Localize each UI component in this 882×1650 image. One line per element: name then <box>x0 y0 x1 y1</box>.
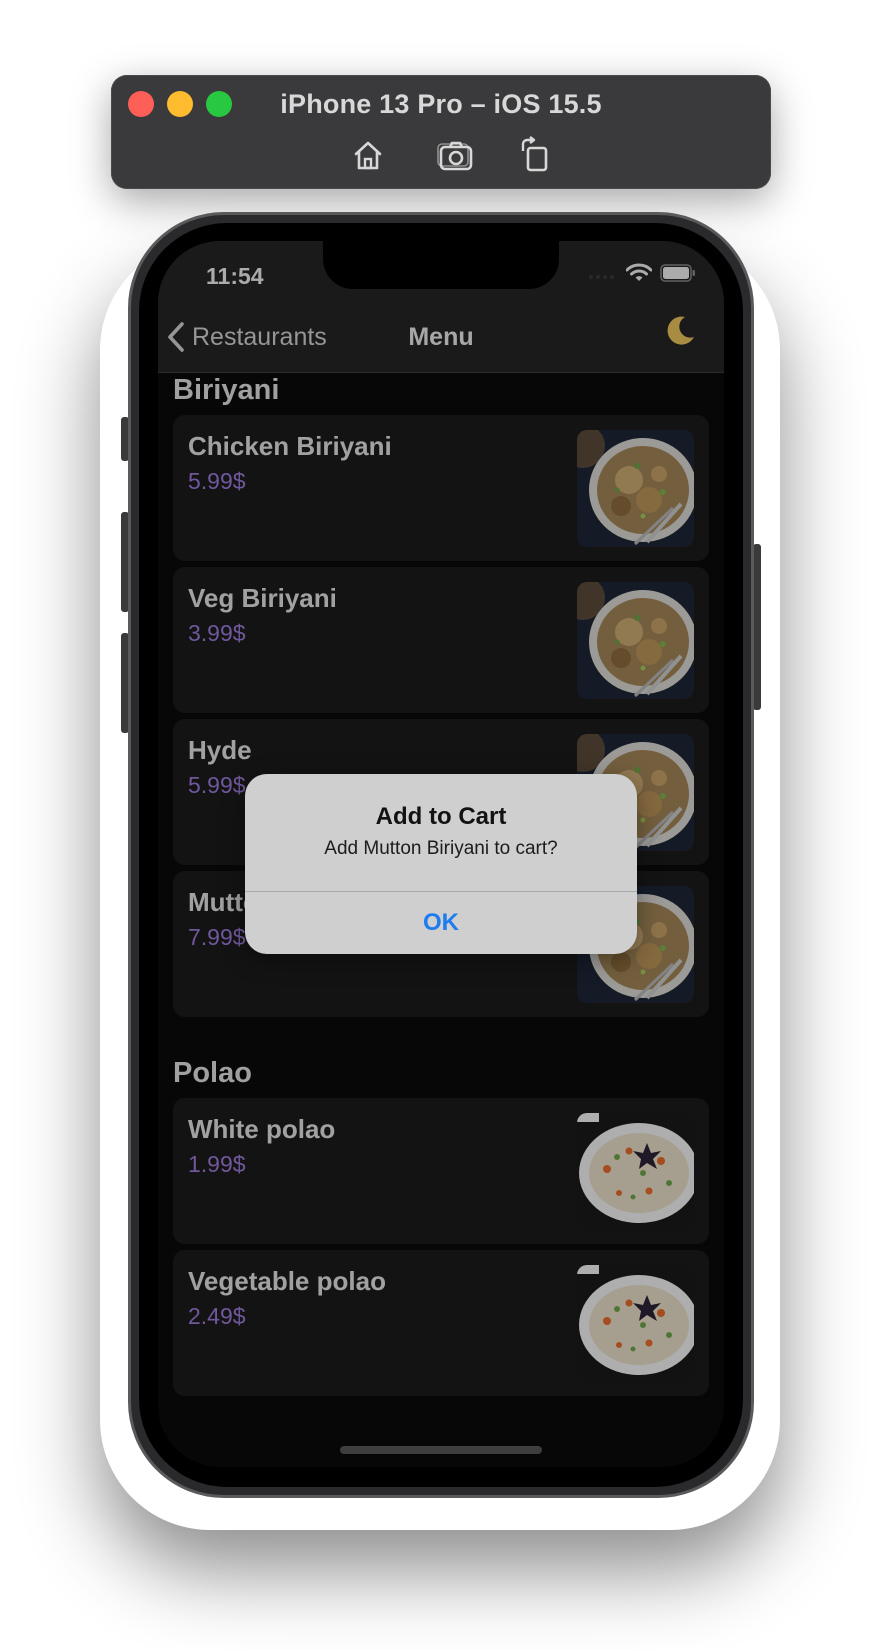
notch <box>323 241 559 289</box>
home-icon <box>354 141 382 170</box>
alert-message: Add Mutton Biriyani to cart? <box>324 838 558 859</box>
simulator-title: iPhone 13 Pro – iOS 15.5 <box>280 89 602 119</box>
phone-screen: 11:54 Restaurants Menu Biriyani Chicken … <box>158 241 724 1467</box>
power-button <box>753 544 761 710</box>
screenshot-icon <box>437 141 473 171</box>
rotate-button[interactable] <box>515 135 555 175</box>
alert-title: Add to Cart <box>375 803 507 830</box>
home-button[interactable] <box>348 135 388 175</box>
rotate-icon <box>521 136 548 172</box>
simulator-toolbar: iPhone 13 Pro – iOS 15.5 <box>111 75 771 189</box>
home-indicator[interactable] <box>340 1446 542 1454</box>
ok-button[interactable]: OK <box>245 892 637 954</box>
screenshot-button[interactable] <box>436 135 476 175</box>
add-to-cart-alert: Add to Cart Add Mutton Biriyani to cart?… <box>245 774 637 954</box>
